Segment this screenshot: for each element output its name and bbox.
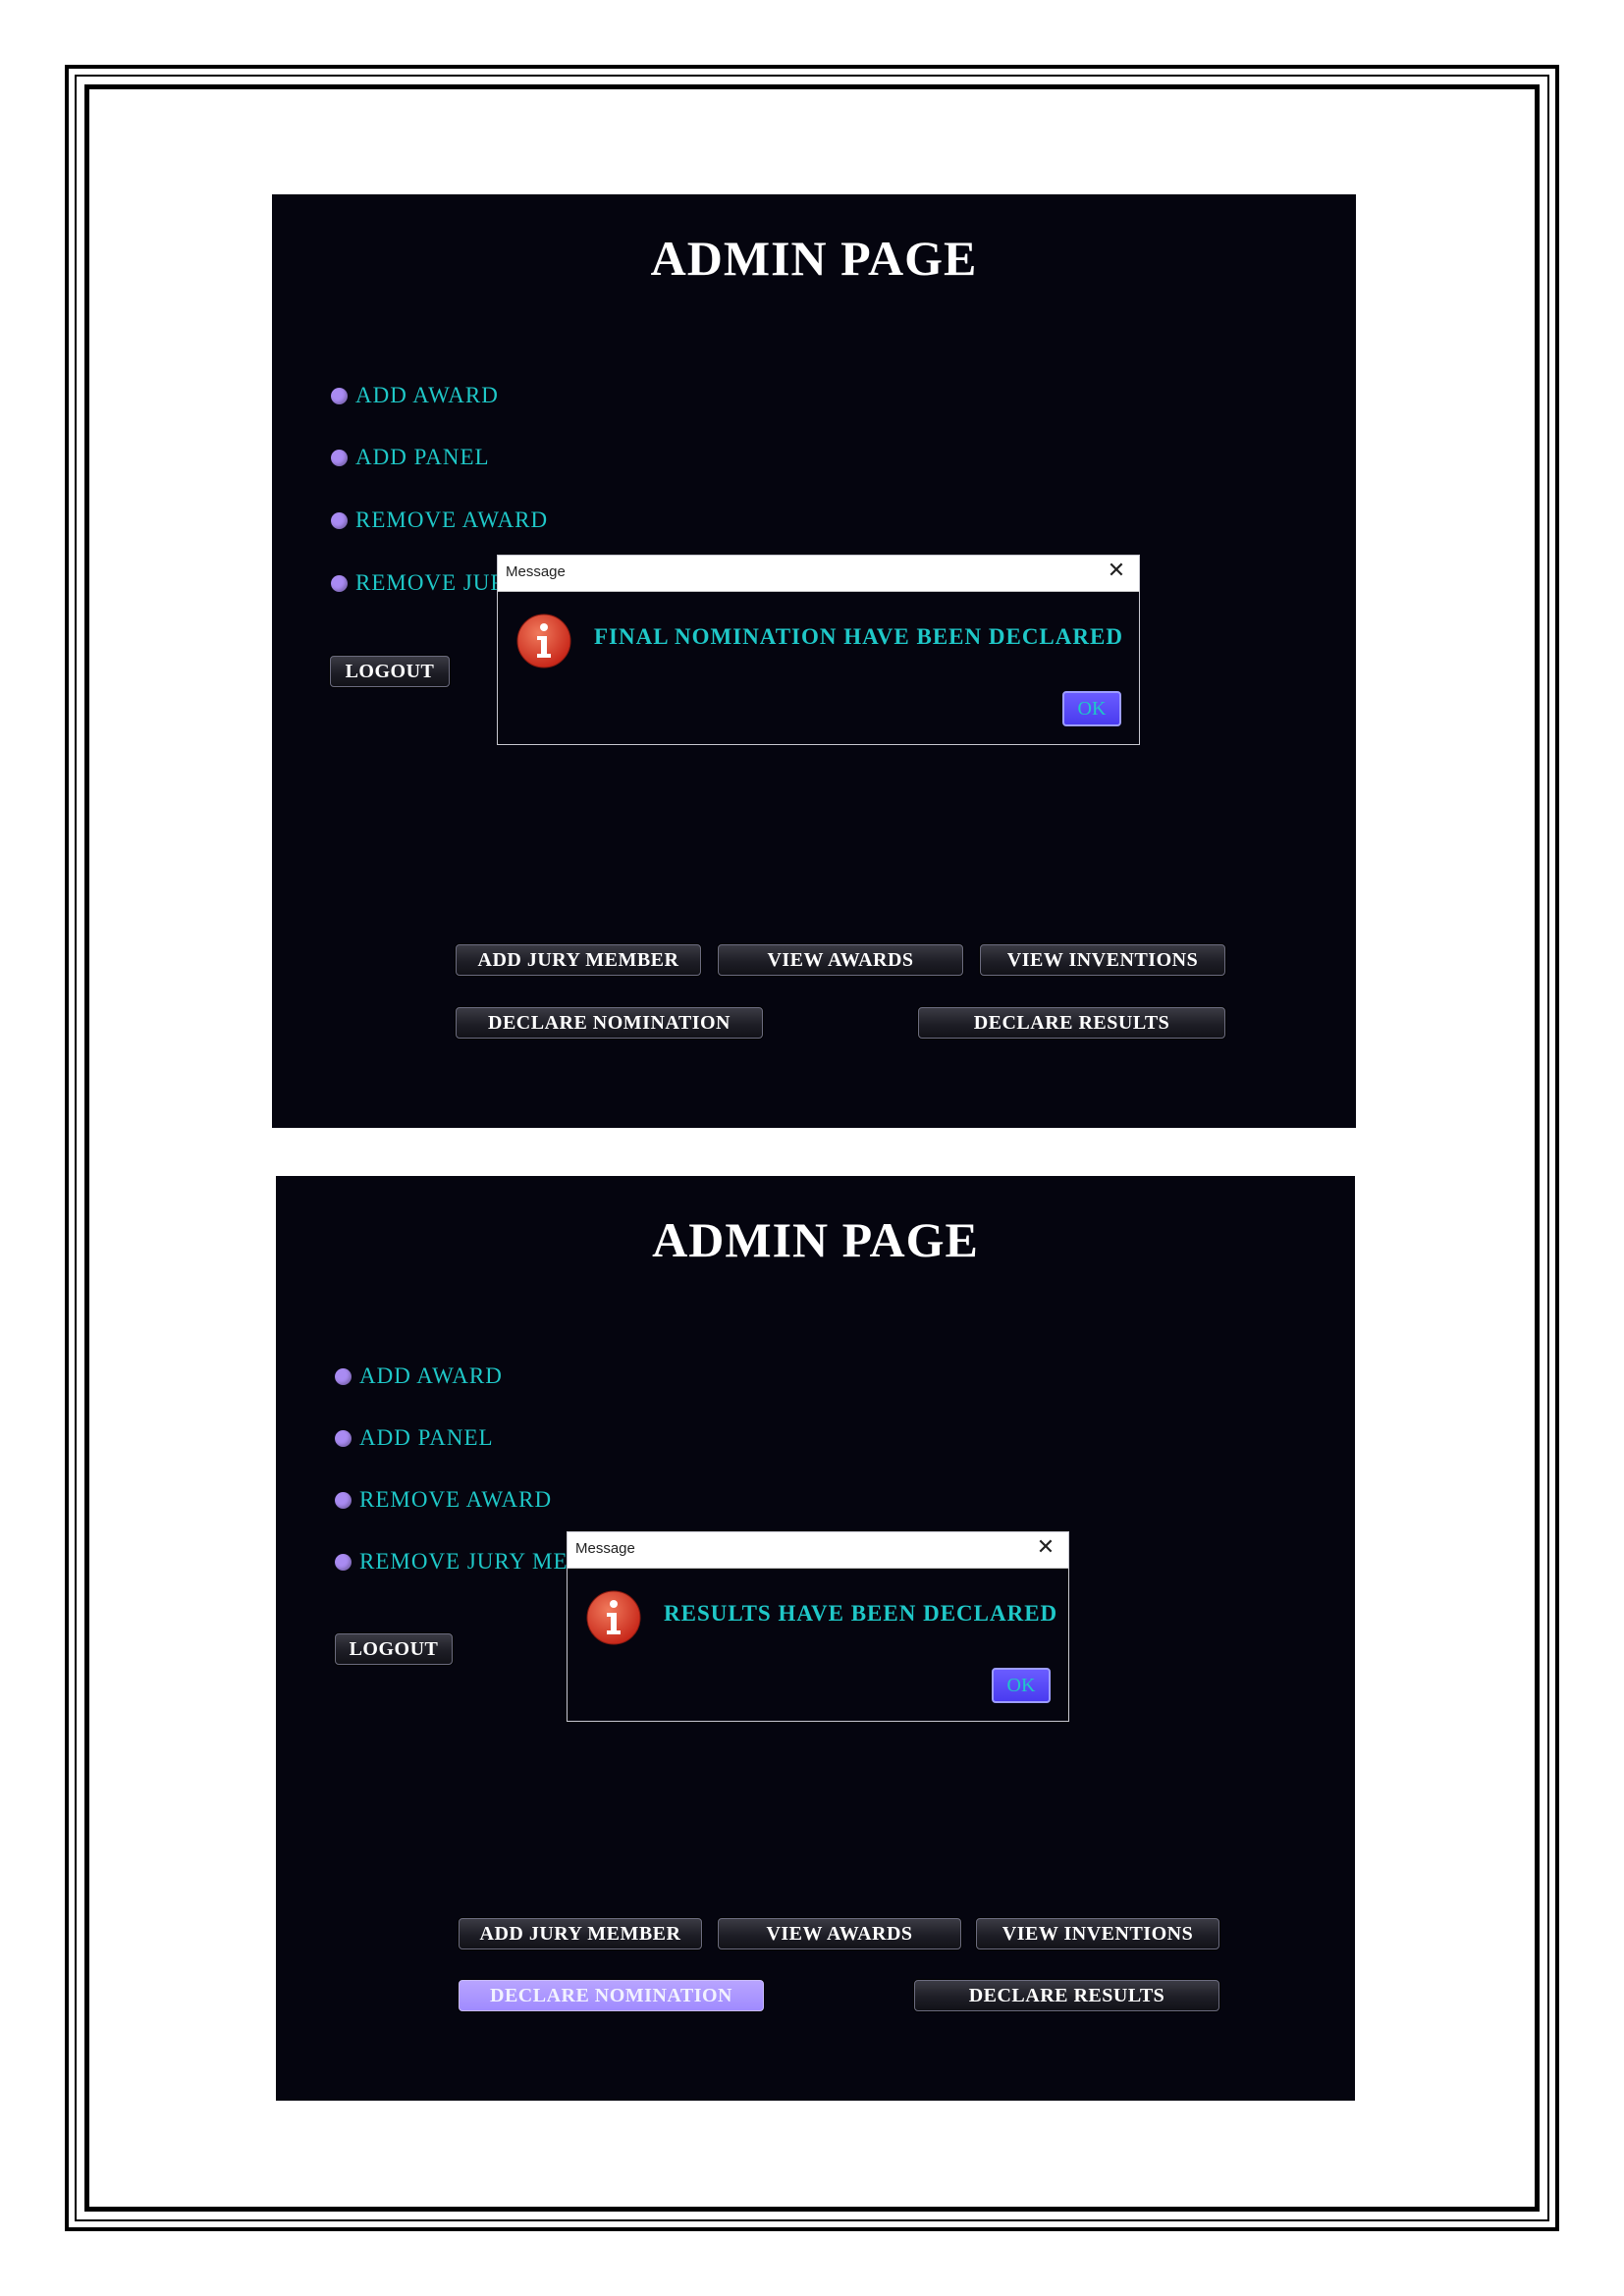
radio-bullet-icon: [335, 1429, 352, 1447]
menu-item-add-panel[interactable]: ADD PANEL: [331, 443, 490, 472]
declare-nomination-button[interactable]: DECLARE NOMINATION: [456, 1007, 763, 1039]
view-awards-button[interactable]: VIEW AWARDS: [718, 1918, 961, 1949]
ok-button[interactable]: OK: [992, 1668, 1051, 1703]
dialog-title-bar: Message ✕: [568, 1532, 1068, 1569]
radio-bullet-icon: [335, 1367, 352, 1385]
view-inventions-button[interactable]: VIEW INVENTIONS: [976, 1918, 1219, 1949]
declare-results-button[interactable]: DECLARE RESULTS: [918, 1007, 1225, 1039]
radio-bullet-icon: [331, 449, 348, 466]
add-jury-member-button[interactable]: ADD JURY MEMBER: [456, 944, 701, 976]
radio-bullet-icon: [335, 1553, 352, 1571]
dialog-title-bar: Message ✕: [498, 556, 1139, 592]
admin-page-screenshot-1: ADMIN PAGE ADD AWARD ADD PANEL REMOVE AW…: [272, 194, 1356, 1128]
logout-button[interactable]: LOGOUT: [335, 1633, 453, 1665]
dialog-title: Message: [575, 1540, 635, 1557]
declare-results-button[interactable]: DECLARE RESULTS: [914, 1980, 1219, 2011]
menu-item-add-award[interactable]: ADD AWARD: [331, 381, 499, 410]
page-title: ADMIN PAGE: [652, 1212, 979, 1267]
menu-item-add-panel[interactable]: ADD PANEL: [335, 1423, 494, 1453]
close-icon[interactable]: ✕: [1104, 559, 1129, 584]
menu-item-add-award[interactable]: ADD AWARD: [335, 1362, 503, 1391]
menu-item-remove-award[interactable]: REMOVE AWARD: [331, 506, 548, 535]
radio-bullet-icon: [335, 1491, 352, 1509]
add-jury-member-button[interactable]: ADD JURY MEMBER: [459, 1918, 702, 1949]
radio-bullet-icon: [331, 574, 348, 592]
ok-button[interactable]: OK: [1062, 691, 1121, 726]
declare-nomination-button[interactable]: DECLARE NOMINATION: [459, 1980, 764, 2011]
page-title: ADMIN PAGE: [650, 231, 978, 286]
dialog-message: FINAL NOMINATION HAVE BEEN DECLARED: [594, 624, 1123, 649]
radio-bullet-icon: [331, 511, 348, 529]
dialog-message: RESULTS HAVE BEEN DECLARED: [664, 1601, 1058, 1626]
info-icon: [516, 614, 571, 668]
view-inventions-button[interactable]: VIEW INVENTIONS: [980, 944, 1225, 976]
view-awards-button[interactable]: VIEW AWARDS: [718, 944, 963, 976]
radio-bullet-icon: [331, 387, 348, 404]
dialog-title: Message: [506, 563, 566, 580]
message-dialog: Message ✕ RESULTS HAVE BEEN DECLARED OK: [567, 1531, 1069, 1722]
message-dialog: Message ✕ FINAL NOMINATION HAVE BEEN DEC…: [497, 555, 1140, 745]
close-icon[interactable]: ✕: [1033, 1535, 1058, 1561]
info-icon: [586, 1590, 641, 1645]
admin-page-screenshot-2: ADMIN PAGE ADD AWARD ADD PANEL REMOVE AW…: [276, 1176, 1355, 2101]
menu-item-remove-award[interactable]: REMOVE AWARD: [335, 1485, 552, 1515]
logout-button[interactable]: LOGOUT: [330, 656, 450, 687]
